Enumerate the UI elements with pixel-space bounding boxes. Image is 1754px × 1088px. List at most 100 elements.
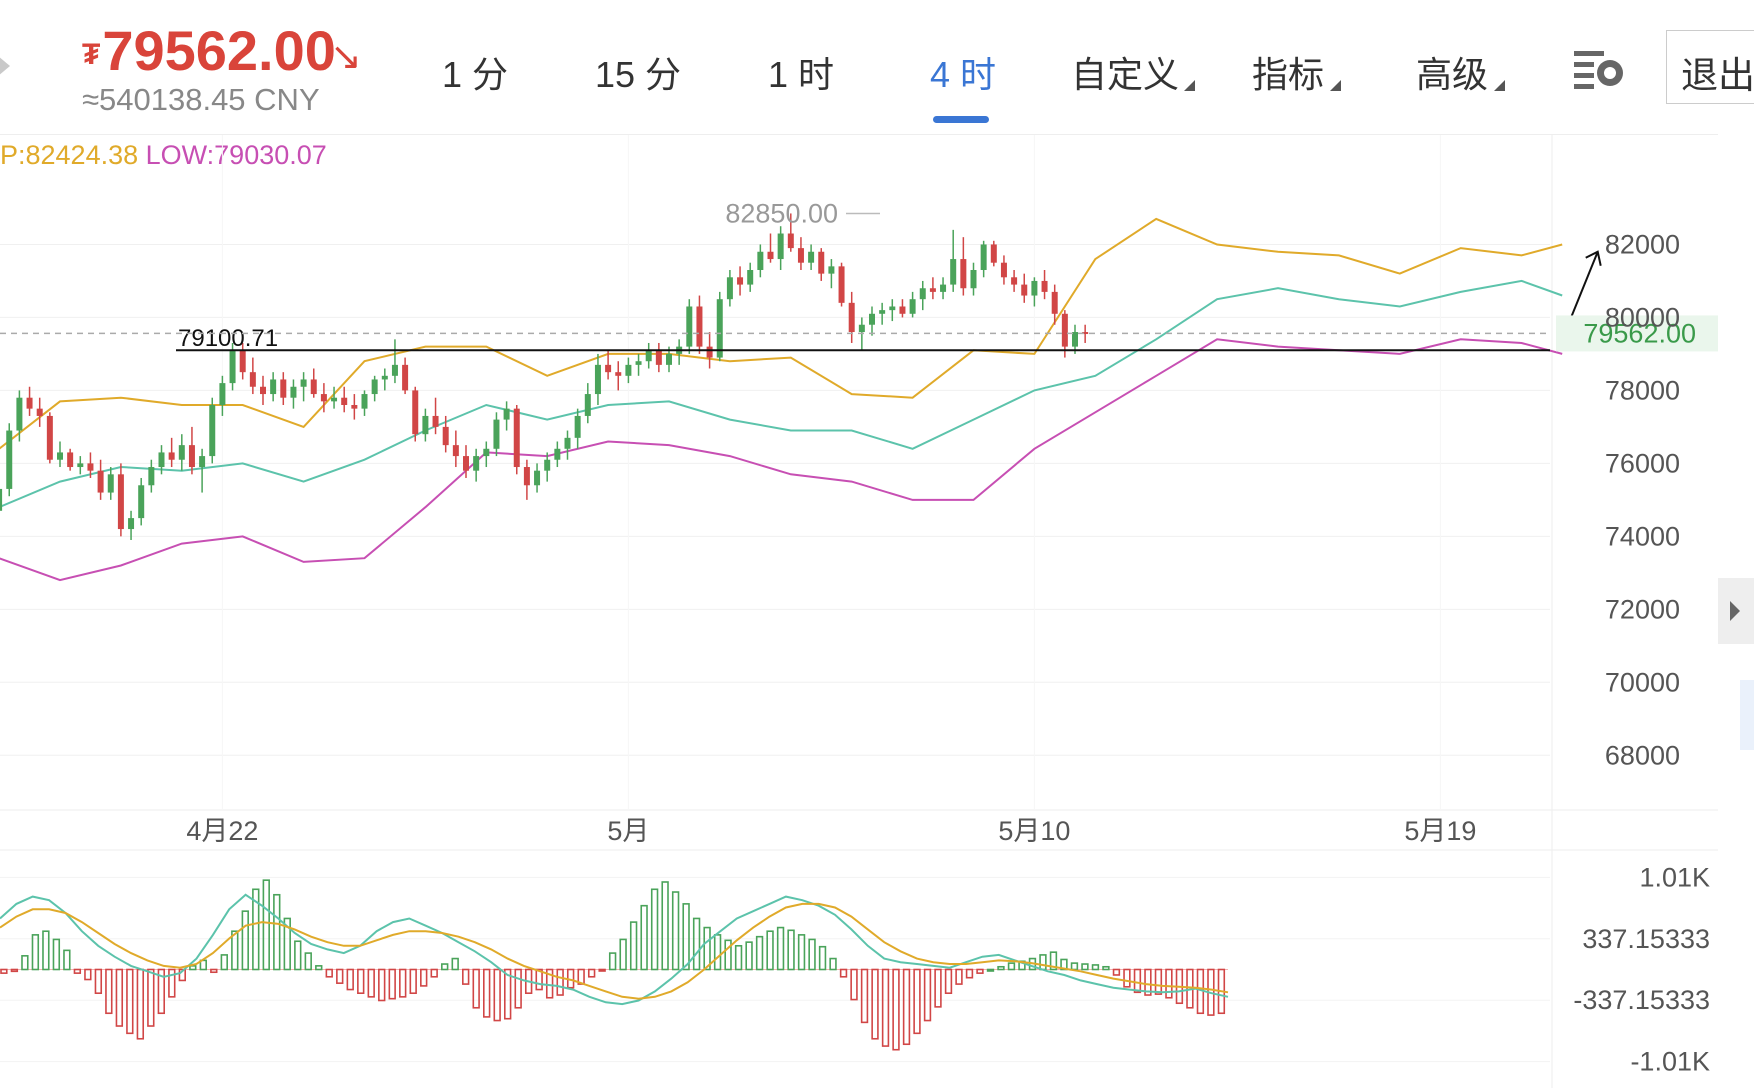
macd-histogram-bar bbox=[839, 968, 848, 978]
candle-body bbox=[67, 452, 74, 468]
macd-histogram-bar bbox=[210, 968, 218, 974]
tab-4hour[interactable]: 4 时 bbox=[930, 46, 996, 98]
candle-body bbox=[1041, 280, 1048, 292]
macd-histogram-bar bbox=[755, 935, 764, 971]
macd-histogram-bar bbox=[797, 934, 806, 971]
candle-body bbox=[594, 364, 601, 395]
macd-histogram-bar bbox=[136, 968, 145, 1040]
dropdown-corner-icon bbox=[1494, 80, 1505, 91]
candle-body bbox=[188, 445, 195, 468]
macd-histogram-bar bbox=[1133, 968, 1142, 994]
macd-histogram-bar bbox=[1112, 968, 1121, 976]
macd-histogram-bar bbox=[902, 968, 911, 1046]
candle-body bbox=[909, 299, 916, 314]
candle-body bbox=[737, 277, 744, 285]
candle-body bbox=[46, 415, 53, 460]
candle-body bbox=[615, 372, 622, 376]
candle-body bbox=[716, 299, 723, 358]
macd-histogram-bar bbox=[913, 968, 921, 1035]
chevron-right-icon[interactable] bbox=[1718, 578, 1754, 644]
x-tick-label: 5月10 bbox=[998, 816, 1070, 846]
candle-body bbox=[686, 306, 693, 347]
candle-body bbox=[138, 485, 145, 519]
macd-histogram-bar bbox=[955, 968, 963, 985]
candle-body bbox=[564, 437, 571, 449]
candle-body bbox=[726, 277, 733, 300]
time-axis: 4月22 5月 5月10 5月19 bbox=[186, 816, 1476, 846]
macd-histogram-bar bbox=[304, 952, 312, 971]
tab-custom[interactable]: 自定义 bbox=[1071, 46, 1179, 98]
candle-body bbox=[544, 459, 551, 471]
candle-body bbox=[838, 266, 845, 303]
candle-body bbox=[645, 350, 652, 362]
tab-15min[interactable]: 15 分 bbox=[595, 46, 681, 98]
y-tick-label: 82000 bbox=[1605, 229, 1680, 259]
macd-histogram-bar bbox=[1007, 962, 1016, 971]
candle-body bbox=[889, 306, 896, 311]
macd-histogram-bar bbox=[1081, 963, 1089, 971]
candle-body bbox=[199, 456, 206, 468]
candle-body bbox=[432, 415, 439, 427]
exit-button[interactable]: 退出 bbox=[1666, 30, 1754, 104]
x-tick-label: 4月22 bbox=[186, 816, 258, 846]
candle-body bbox=[1000, 262, 1007, 278]
macd-histogram-bar bbox=[871, 968, 879, 1040]
candle-body bbox=[87, 463, 94, 471]
macd-histogram-bar bbox=[713, 934, 722, 971]
tab-advanced[interactable]: 高级 bbox=[1416, 46, 1488, 98]
macd-histogram-bar bbox=[997, 965, 1005, 971]
candle-body bbox=[331, 397, 338, 402]
macd-histogram-bar bbox=[1102, 965, 1110, 971]
macd-histogram-bar bbox=[483, 968, 491, 1018]
candle-body bbox=[341, 397, 348, 405]
macd-histogram-bar bbox=[881, 968, 890, 1047]
candle-body bbox=[970, 270, 977, 289]
macd-dea-line bbox=[0, 902, 1229, 1000]
macd-histogram-bar bbox=[745, 941, 753, 971]
macd-histogram-bar bbox=[378, 968, 386, 1002]
candle-body bbox=[696, 306, 703, 347]
candle-body bbox=[869, 313, 875, 325]
macd-histogram-bar bbox=[472, 968, 480, 1009]
candle-body bbox=[534, 470, 541, 486]
candle-body bbox=[290, 386, 297, 398]
candle-body bbox=[442, 426, 449, 446]
candle-body bbox=[452, 445, 459, 457]
macd-histogram-bar bbox=[923, 968, 932, 1022]
candle-body bbox=[767, 251, 774, 260]
macd-histogram-bar bbox=[0, 968, 8, 974]
candle-body bbox=[148, 467, 155, 486]
price-chart[interactable]: 82850.0079100.71 79562.00 820008000078000… bbox=[0, 135, 1718, 1088]
candle-body bbox=[625, 364, 632, 376]
macd-histogram-bar bbox=[262, 879, 270, 971]
settings-gear-icon[interactable] bbox=[1572, 47, 1626, 91]
chevron-left-icon[interactable] bbox=[0, 56, 10, 76]
macd-histogram-bar bbox=[493, 968, 501, 1022]
macd-tick-label: -337.15333 bbox=[1573, 985, 1710, 1015]
active-tab-indicator bbox=[933, 116, 989, 123]
macd-histogram-bar bbox=[734, 944, 743, 971]
candle-body bbox=[1031, 280, 1038, 296]
candle-body bbox=[209, 405, 216, 457]
candle-body bbox=[777, 233, 784, 260]
tab-indicators[interactable]: 指标 bbox=[1252, 46, 1324, 98]
y-tick-label: 78000 bbox=[1605, 375, 1680, 405]
macd-histogram-bar bbox=[367, 968, 375, 998]
macd-histogram-bar bbox=[94, 968, 103, 995]
dropdown-corner-icon bbox=[1184, 80, 1195, 91]
macd-histogram-bar bbox=[346, 968, 354, 991]
candle-body bbox=[6, 430, 13, 489]
macd-histogram-bar bbox=[629, 921, 638, 971]
macd-histogram-bar bbox=[514, 968, 522, 1009]
candle-body bbox=[57, 452, 63, 460]
candle-body bbox=[797, 248, 804, 263]
candle-body bbox=[858, 324, 865, 333]
candle-body bbox=[1011, 277, 1018, 285]
macd-histogram-bar bbox=[650, 888, 659, 971]
tab-1min[interactable]: 1 分 bbox=[442, 46, 508, 98]
candle-body bbox=[828, 266, 835, 274]
y-tick-label: 72000 bbox=[1605, 594, 1680, 624]
tab-1hour[interactable]: 1 时 bbox=[768, 46, 834, 98]
macd-histogram-bar bbox=[430, 968, 438, 978]
candle-body bbox=[97, 470, 104, 493]
